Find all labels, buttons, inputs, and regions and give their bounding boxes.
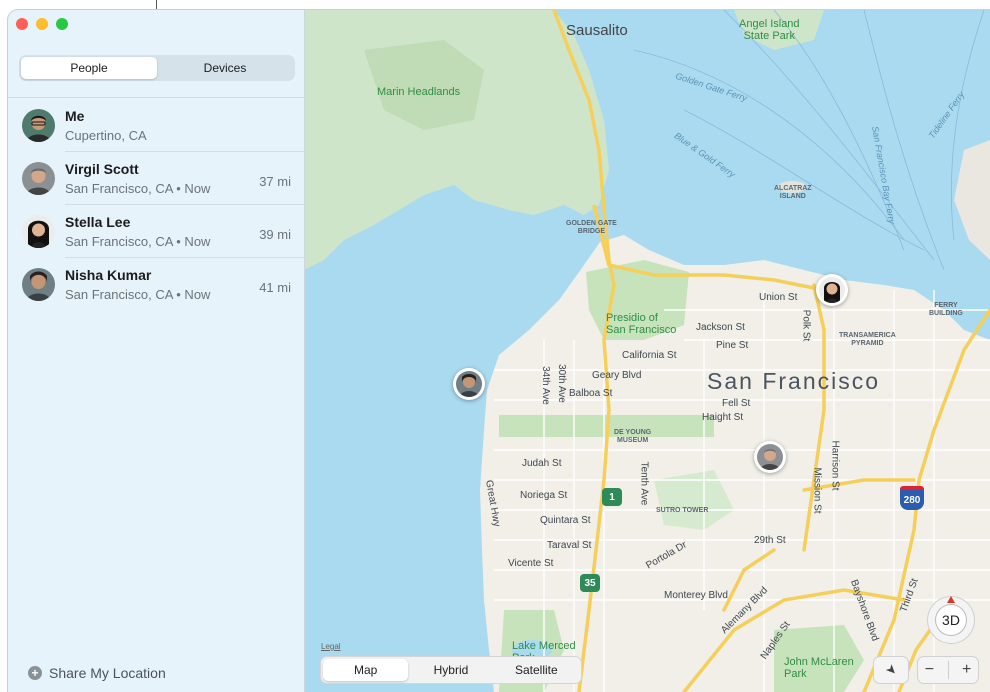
- map-type-satellite[interactable]: Satellite: [494, 659, 579, 681]
- avatar: [22, 268, 55, 301]
- person-location: San Francisco, CA • Now: [65, 234, 211, 249]
- map-label-sutro: SUTRO TOWER: [656, 507, 709, 514]
- compass-3d-button[interactable]: 3D: [928, 596, 974, 643]
- map-label-marin: Marin Headlands: [377, 86, 461, 98]
- map-label-presidio: Presidio of San Francisco: [606, 312, 677, 336]
- street-label: Polk St: [800, 309, 812, 342]
- map-label-de-young: DE YOUNG MUSEUM: [614, 429, 652, 444]
- people-devices-tabs: People Devices: [19, 55, 295, 81]
- zoom-button[interactable]: [56, 18, 68, 30]
- legal-link[interactable]: Legal: [321, 642, 341, 651]
- street-label: 34th Ave: [539, 366, 551, 405]
- avatar: [819, 277, 845, 303]
- street-label: Taraval St: [547, 540, 592, 551]
- person-distance: 39 mi: [259, 227, 291, 242]
- map-type-selector: Map Hybrid Satellite: [321, 657, 581, 683]
- street-label: Vicente St: [508, 558, 554, 569]
- person-location: San Francisco, CA • Now: [65, 181, 211, 196]
- avatar: [22, 162, 55, 195]
- street-label: 30th Ave: [555, 364, 567, 403]
- map-pin-virgil[interactable]: [754, 441, 786, 473]
- map-label-transamerica: TRANSAMERICA PYRAMID: [839, 332, 896, 347]
- street-label: Mission St: [811, 467, 823, 514]
- zoom-controls: − +: [918, 657, 978, 683]
- plus-icon: +: [28, 666, 42, 680]
- street-label: Pine St: [716, 340, 749, 351]
- highway-shield-1: 1: [602, 488, 622, 506]
- tab-people[interactable]: People: [21, 57, 157, 79]
- person-distance: 41 mi: [259, 280, 291, 295]
- list-item-person[interactable]: Virgil Scott San Francisco, CA • Now 37 …: [8, 153, 304, 205]
- person-location: Cupertino, CA: [65, 128, 147, 143]
- avatar: [757, 444, 783, 470]
- window-controls: [16, 18, 68, 30]
- sidebar: People Devices Me Cupertino, CA Virgil S…: [8, 10, 305, 692]
- tab-devices[interactable]: Devices: [157, 57, 293, 79]
- find-my-window: Sausalito Angel Island State Park Marin …: [8, 10, 990, 692]
- person-distance: 37 mi: [259, 174, 291, 189]
- interstate-shield-280: 280: [900, 486, 924, 510]
- street-label: Balboa St: [569, 388, 613, 399]
- zoom-in-button[interactable]: +: [962, 661, 971, 679]
- street-label: Jackson St: [696, 322, 745, 333]
- north-indicator-icon: [947, 596, 955, 603]
- avatar: [456, 371, 482, 397]
- street-label: Union St: [759, 292, 798, 303]
- map-label-angel-island: Angel Island State Park: [739, 18, 800, 42]
- street-label: California St: [622, 350, 677, 361]
- map-type-hybrid[interactable]: Hybrid: [408, 659, 493, 681]
- street-label: Tenth Ave: [638, 461, 650, 506]
- divider: [65, 151, 304, 152]
- person-name: Virgil Scott: [65, 161, 139, 177]
- street-label: Noriega St: [520, 490, 568, 501]
- map-type-map[interactable]: Map: [323, 659, 409, 681]
- street-label: Monterey Blvd: [664, 590, 728, 601]
- zoom-divider: [947, 661, 949, 679]
- divider: [65, 204, 304, 205]
- share-location-button[interactable]: + Share My Location: [28, 665, 166, 681]
- list-item-person[interactable]: Me Cupertino, CA: [8, 100, 304, 152]
- person-name: Nisha Kumar: [65, 267, 152, 283]
- map-label-city: San Francisco: [707, 368, 881, 394]
- avatar: [22, 109, 55, 142]
- divider: [8, 97, 304, 98]
- street-label: 29th St: [754, 535, 786, 546]
- current-location-button[interactable]: ➤: [874, 657, 908, 683]
- close-button[interactable]: [16, 18, 28, 30]
- street-label: Quintara St: [540, 515, 591, 526]
- zoom-out-button[interactable]: −: [925, 661, 934, 679]
- map-pin-nisha[interactable]: [453, 368, 485, 400]
- map-label-golden-gate-bridge: GOLDEN GATE BRIDGE: [566, 220, 617, 235]
- map-label-ferry-building: FERRY BUILDING: [929, 302, 963, 317]
- divider: [65, 257, 304, 258]
- map-label-alcatraz: ALCATRAZ ISLAND: [774, 185, 812, 200]
- street-label: Geary Blvd: [592, 370, 642, 381]
- person-name: Me: [65, 108, 85, 124]
- street-label: Harrison St: [829, 440, 841, 491]
- map-pin-stella[interactable]: [816, 274, 848, 306]
- compass-label: 3D: [936, 605, 966, 635]
- share-location-label: Share My Location: [49, 665, 166, 681]
- map-label-sausalito: Sausalito: [566, 22, 628, 39]
- map-label-mclaren: John McLaren Park: [784, 656, 854, 680]
- list-item-person[interactable]: Nisha Kumar San Francisco, CA • Now 41 m…: [8, 259, 304, 311]
- street-label: Judah St: [522, 458, 562, 469]
- list-item-person[interactable]: Stella Lee San Francisco, CA • Now 39 mi: [8, 206, 304, 258]
- location-arrow-icon: ➤: [882, 660, 901, 679]
- person-name: Stella Lee: [65, 214, 131, 230]
- street-label: Haight St: [702, 412, 744, 423]
- map-view[interactable]: Sausalito Angel Island State Park Marin …: [304, 10, 990, 692]
- person-location: San Francisco, CA • Now: [65, 287, 211, 302]
- highway-shield-35: 35: [580, 574, 600, 592]
- avatar: [22, 215, 55, 248]
- minimize-button[interactable]: [36, 18, 48, 30]
- street-label: Fell St: [722, 398, 751, 409]
